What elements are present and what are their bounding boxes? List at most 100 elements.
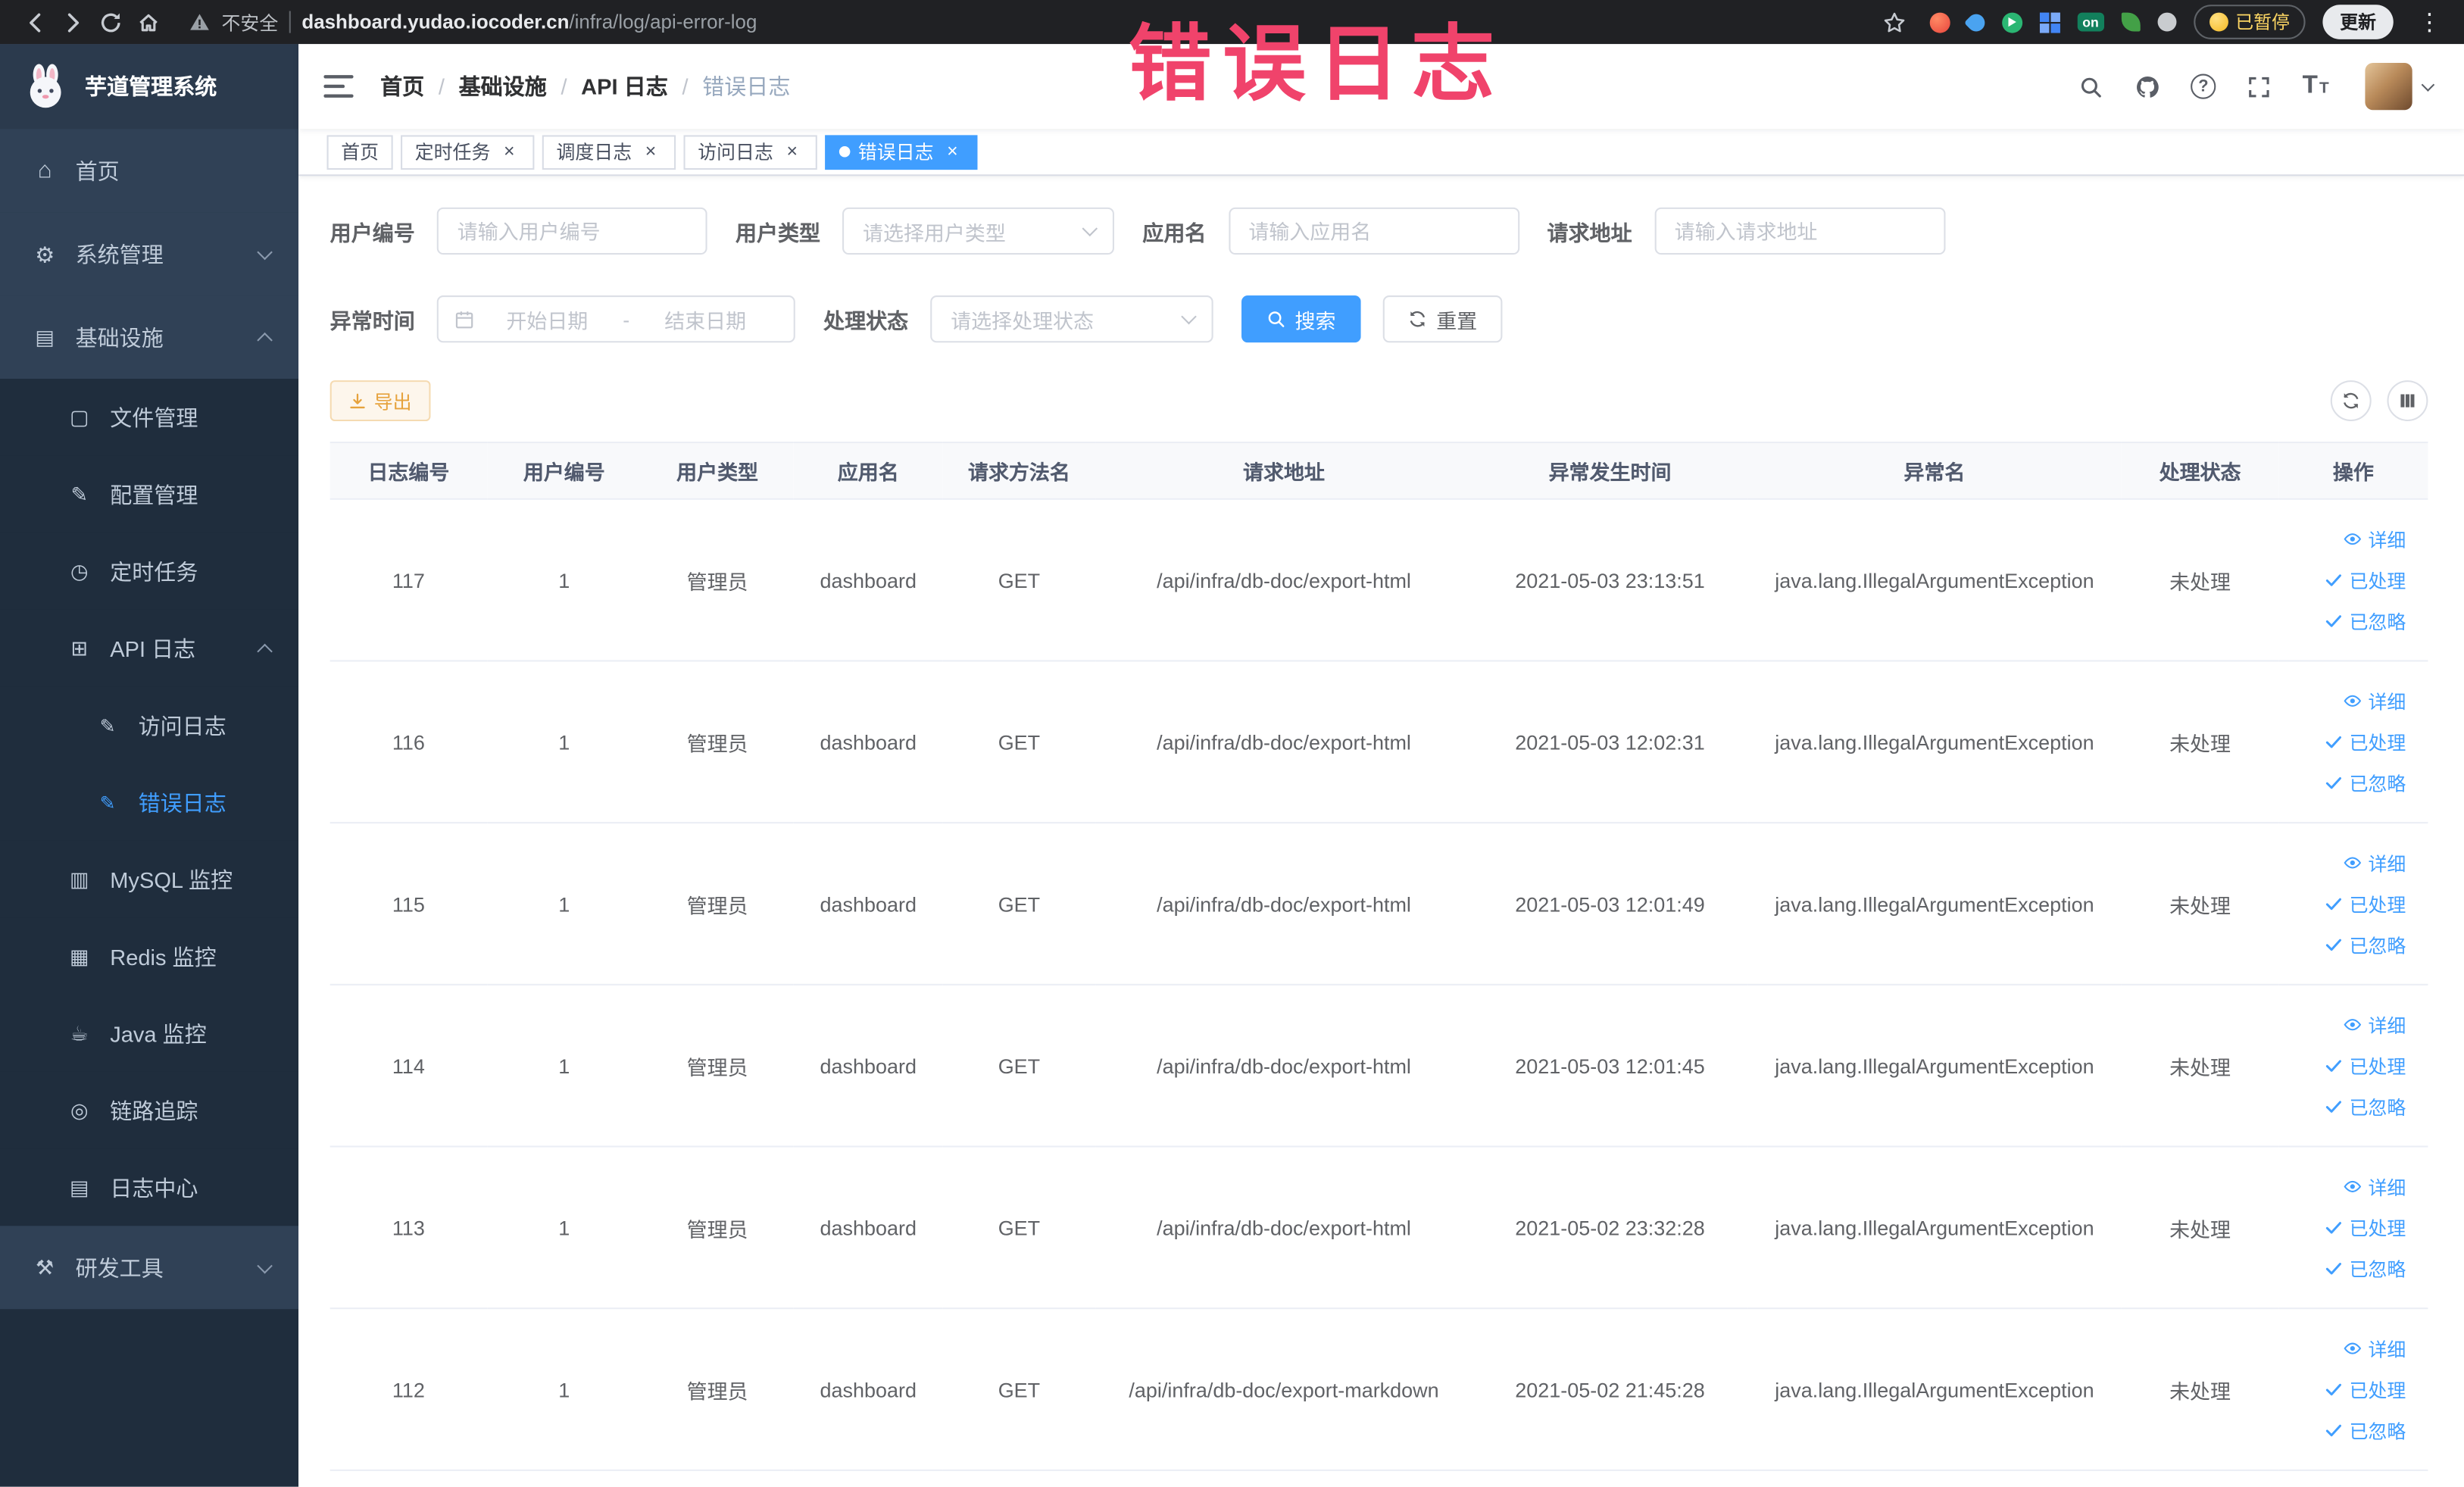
cell-time: 2021-05-03 12:02:31: [1472, 661, 1748, 824]
breadcrumb-item[interactable]: 首页: [380, 70, 424, 102]
tab-schedule-log[interactable]: 调度日志: [542, 134, 676, 170]
address-bar[interactable]: 不安全 dashboard.yudao.iocoder.cn/infra/log…: [189, 8, 757, 35]
detail-link[interactable]: 详细: [2285, 842, 2406, 883]
browser-reload-button[interactable]: [91, 3, 129, 41]
extension-on-badge[interactable]: on: [2077, 12, 2103, 33]
cell-status: 未处理: [2121, 1308, 2279, 1471]
grid-icon: [31, 327, 58, 348]
cell-exception: java.lang.IllegalArgumentException: [1747, 498, 2122, 662]
mark-ignored-link[interactable]: 已忽略: [2285, 1248, 2406, 1289]
select-placeholder: 请选择处理状态: [951, 308, 1095, 333]
github-icon[interactable]: [2135, 73, 2161, 99]
browser-update-button[interactable]: 更新: [2322, 5, 2394, 39]
app-logo[interactable]: 芋道管理系统: [0, 44, 299, 130]
mark-processed-link[interactable]: 已处理: [2285, 1369, 2406, 1410]
font-size-icon[interactable]: [2303, 72, 2329, 100]
search-icon[interactable]: [2078, 73, 2104, 99]
mark-processed-link[interactable]: 已处理: [2285, 1045, 2406, 1086]
file-icon: [66, 407, 92, 427]
fullscreen-icon[interactable]: [2246, 73, 2272, 99]
detail-link[interactable]: 详细: [2285, 1328, 2406, 1369]
mark-processed-link[interactable]: 已处理: [2285, 1207, 2406, 1248]
processed-label: 已处理: [2349, 1055, 2406, 1078]
mark-ignored-link[interactable]: 已忽略: [2285, 601, 2406, 642]
breadcrumb-item[interactable]: API 日志: [581, 70, 668, 102]
sidebar-item-label: 定时任务: [110, 558, 198, 584]
user-type-select[interactable]: 请选择用户类型: [842, 207, 1114, 255]
mark-ignored-link[interactable]: 已忽略: [2285, 762, 2406, 803]
detail-link[interactable]: 详细: [2285, 680, 2406, 721]
mark-processed-link[interactable]: 已处理: [2285, 883, 2406, 924]
detail-label: 详细: [2368, 529, 2406, 551]
column-visibility-button[interactable]: [2387, 380, 2428, 422]
sidebar-item-tracing[interactable]: 链路追踪: [0, 1071, 299, 1149]
process-status-select[interactable]: 请选择处理状态: [930, 295, 1213, 343]
mark-processed-link[interactable]: 已处理: [2285, 721, 2406, 762]
close-icon[interactable]: [942, 141, 963, 163]
user-menu[interactable]: [2365, 62, 2435, 111]
cell-log-id: 117: [329, 498, 488, 662]
browser-home-button[interactable]: [129, 3, 167, 41]
browser-back-button[interactable]: [16, 3, 54, 41]
sidebar-item-config-management[interactable]: 配置管理: [0, 455, 299, 533]
detail-link[interactable]: 详细: [2285, 519, 2406, 560]
sidebar-item-file-management[interactable]: 文件管理: [0, 379, 299, 456]
sidebar-item-error-log[interactable]: 错误日志: [0, 764, 299, 841]
sidebar: 芋道管理系统 首页 系统管理 基础设施 文件管理: [0, 44, 299, 1487]
user-id-input[interactable]: [436, 207, 707, 255]
app-name-input[interactable]: [1228, 207, 1519, 255]
close-icon[interactable]: [640, 141, 662, 163]
help-icon[interactable]: [2191, 73, 2216, 99]
sidebar-item-redis-monitor[interactable]: Redis 监控: [0, 917, 299, 995]
extension-grid-icon[interactable]: [2040, 11, 2061, 33]
mark-processed-link[interactable]: 已处理: [2285, 560, 2406, 601]
sidebar-item-label: 首页: [75, 158, 120, 183]
sidebar-item-scheduled-jobs[interactable]: 定时任务: [0, 533, 299, 610]
detail-link[interactable]: 详细: [2285, 1004, 2406, 1045]
browser-menu-icon[interactable]: [2411, 3, 2449, 41]
cell-log-id: 112: [329, 1308, 488, 1471]
sidebar-item-infrastructure[interactable]: 基础设施: [0, 295, 299, 380]
sidebar-item-log-center[interactable]: 日志中心: [0, 1148, 299, 1226]
mark-ignored-link[interactable]: 已忽略: [2285, 1410, 2406, 1451]
sidebar-item-home[interactable]: 首页: [0, 129, 299, 213]
close-icon[interactable]: [498, 141, 520, 163]
browser-forward-button[interactable]: [54, 3, 92, 41]
tab-error-log[interactable]: 错误日志: [825, 134, 978, 170]
check-icon: [2324, 935, 2343, 954]
eye-icon: [2343, 530, 2362, 548]
export-button[interactable]: 导出: [329, 380, 431, 422]
tab-home[interactable]: 首页: [326, 134, 393, 170]
eye-icon: [2343, 1339, 2362, 1358]
sidebar-item-system-management[interactable]: 系统管理: [0, 212, 299, 296]
check-icon: [2324, 1056, 2343, 1075]
tab-scheduled-jobs[interactable]: 定时任务: [401, 134, 535, 170]
sidebar-item-api-log[interactable]: API 日志: [0, 609, 299, 687]
mark-ignored-link[interactable]: 已忽略: [2285, 924, 2406, 965]
breadcrumb-item[interactable]: 基础设施: [459, 70, 547, 102]
date-range-picker[interactable]: 开始日期 - 结束日期: [436, 295, 795, 343]
sidebar-item-dev-tools[interactable]: 研发工具: [0, 1226, 299, 1310]
extension-icon[interactable]: [2156, 12, 2176, 32]
search-button[interactable]: 搜索: [1241, 295, 1361, 343]
request-url-input[interactable]: [1654, 207, 1945, 255]
paused-badge[interactable]: 已暂停: [2193, 5, 2306, 39]
extension-icon[interactable]: [1929, 11, 1950, 33]
table-row: 117 1 管理员 dashboard GET /api/infra/db-do…: [329, 498, 2428, 662]
mark-ignored-link[interactable]: 已忽略: [2285, 1086, 2406, 1127]
extension-icon[interactable]: [2002, 11, 2023, 33]
refresh-table-button[interactable]: [2330, 380, 2372, 422]
reset-button[interactable]: 重置: [1382, 295, 1503, 343]
extension-leaf-icon[interactable]: [2120, 12, 2140, 32]
bookmark-star-icon[interactable]: [1875, 3, 1913, 41]
detail-link[interactable]: 详细: [2285, 1166, 2406, 1207]
detail-label: 详细: [2368, 852, 2406, 875]
hamburger-icon[interactable]: [323, 72, 354, 100]
extension-icon[interactable]: [1964, 9, 1989, 35]
tab-access-log[interactable]: 访问日志: [683, 134, 817, 170]
sidebar-item-java-monitor[interactable]: Java 监控: [0, 995, 299, 1072]
cell-log-id: 116: [329, 661, 488, 824]
sidebar-item-mysql-monitor[interactable]: MySQL 监控: [0, 840, 299, 918]
close-icon[interactable]: [781, 141, 803, 163]
sidebar-item-access-log[interactable]: 访问日志: [0, 686, 299, 764]
